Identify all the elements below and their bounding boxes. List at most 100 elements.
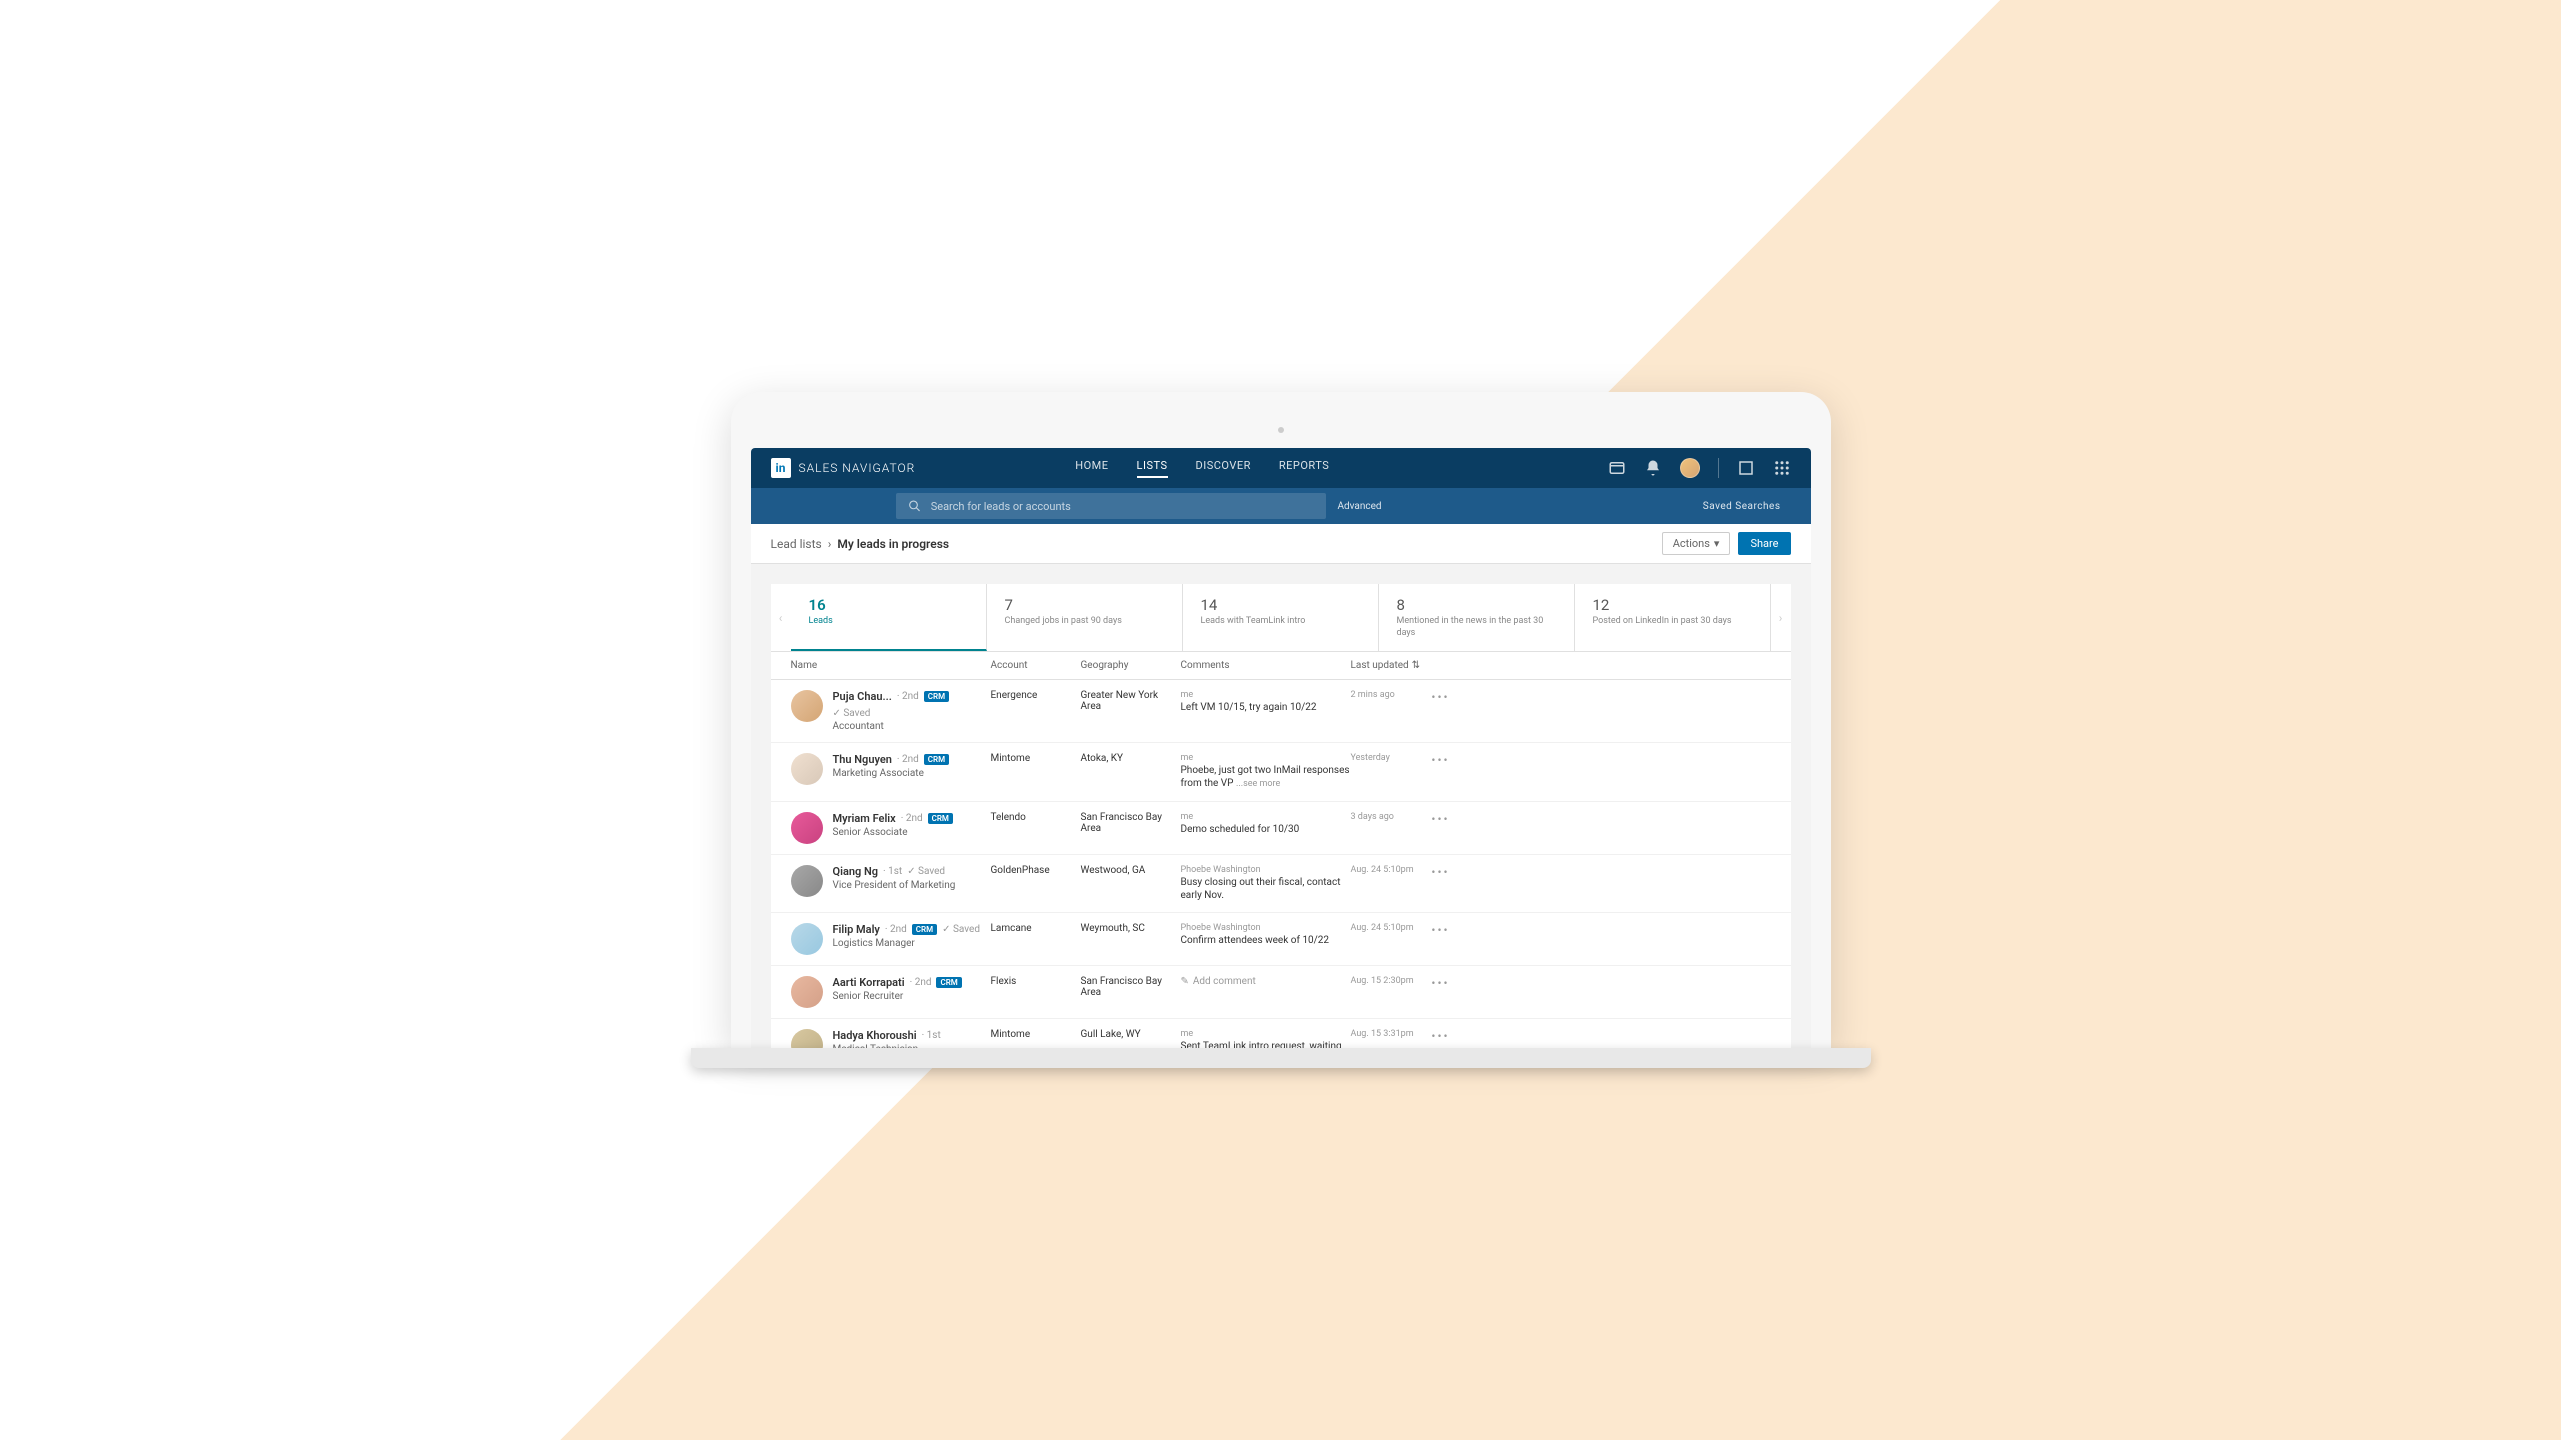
lead-row[interactable]: Myriam Felix · 2ndCRM Senior Associate T… bbox=[771, 802, 1791, 855]
lead-name[interactable]: Filip Maly bbox=[833, 923, 880, 936]
sort-icon: ⇅ bbox=[1412, 660, 1420, 671]
lead-name[interactable]: Myriam Felix bbox=[833, 812, 896, 825]
divider bbox=[1718, 458, 1719, 478]
lead-avatar[interactable] bbox=[791, 812, 823, 844]
lead-avatar[interactable] bbox=[791, 923, 823, 955]
nav-home[interactable]: HOME bbox=[1075, 459, 1108, 478]
tab-label: Leads with TeamLink intro bbox=[1201, 616, 1360, 628]
lead-avatar[interactable] bbox=[791, 976, 823, 1008]
row-more-menu[interactable]: ••• bbox=[1426, 690, 1456, 704]
lead-avatar[interactable] bbox=[791, 690, 823, 722]
updated-cell: Aug. 15 2:30pm bbox=[1351, 976, 1426, 986]
updated-cell: 3 days ago bbox=[1351, 812, 1426, 822]
saved-badge: ✓ Saved bbox=[942, 924, 980, 935]
comment-cell: meSent TeamLink intro request, waiting t… bbox=[1181, 1029, 1351, 1048]
filter-tab-1[interactable]: 7Changed jobs in past 90 days bbox=[987, 584, 1183, 651]
lead-title: Vice President of Marketing bbox=[833, 880, 956, 891]
crm-badge: CRM bbox=[912, 924, 937, 935]
updated-cell: 2 mins ago bbox=[1351, 690, 1426, 700]
screen: in SALES NAVIGATOR HOMELISTSDISCOVERREPO… bbox=[751, 448, 1811, 1048]
work-icon[interactable] bbox=[1737, 459, 1755, 477]
col-last-updated[interactable]: Last updated ⇅ bbox=[1351, 660, 1426, 671]
apps-grid-icon[interactable] bbox=[1773, 459, 1791, 477]
connection-degree: · 1st bbox=[922, 1030, 941, 1041]
comment-author: me bbox=[1181, 1029, 1351, 1039]
laptop-frame: in SALES NAVIGATOR HOMELISTSDISCOVERREPO… bbox=[731, 392, 1831, 1048]
filter-tab-2[interactable]: 14Leads with TeamLink intro bbox=[1183, 584, 1379, 651]
add-comment-button[interactable]: ✎ Add comment bbox=[1181, 976, 1351, 987]
tab-count: 16 bbox=[809, 596, 968, 614]
lead-avatar[interactable] bbox=[791, 1029, 823, 1048]
lead-title: Medical Technician bbox=[833, 1044, 941, 1048]
row-more-menu[interactable]: ••• bbox=[1426, 812, 1456, 826]
camera-dot bbox=[1278, 427, 1284, 433]
breadcrumb-current: My leads in progress bbox=[837, 537, 949, 551]
search-field-wrapper[interactable] bbox=[896, 493, 1326, 519]
lead-row[interactable]: Qiang Ng · 1st✓ Saved Vice President of … bbox=[771, 855, 1791, 913]
product-name: SALES NAVIGATOR bbox=[799, 461, 916, 475]
filter-tab-3[interactable]: 8Mentioned in the news in the past 30 da… bbox=[1379, 584, 1575, 651]
comment-text: Sent TeamLink intro request, waiting to … bbox=[1181, 1040, 1351, 1048]
account-cell: Flexis bbox=[991, 976, 1081, 987]
tab-label: Changed jobs in past 90 days bbox=[1005, 616, 1164, 628]
crm-badge: CRM bbox=[924, 754, 949, 765]
actions-dropdown[interactable]: Actions ▾ bbox=[1662, 532, 1731, 555]
lead-name[interactable]: Thu Nguyen bbox=[833, 753, 892, 766]
lead-avatar[interactable] bbox=[791, 753, 823, 785]
lead-title: Marketing Associate bbox=[833, 768, 950, 779]
see-more-link[interactable]: ...see more bbox=[1236, 779, 1280, 789]
lead-title: Accountant bbox=[833, 721, 991, 732]
lead-row[interactable]: Thu Nguyen · 2ndCRM Marketing Associate … bbox=[771, 743, 1791, 802]
lead-avatar[interactable] bbox=[791, 865, 823, 897]
lead-name[interactable]: Puja Chau... bbox=[833, 690, 892, 703]
breadcrumb-parent[interactable]: Lead lists bbox=[771, 537, 822, 551]
lead-row[interactable]: Hadya Khoroushi · 1st Medical Technician… bbox=[771, 1019, 1791, 1048]
crm-badge: CRM bbox=[936, 977, 961, 988]
tabs-prev-arrow[interactable]: ‹ bbox=[771, 584, 791, 651]
col-account: Account bbox=[991, 660, 1081, 671]
row-more-menu[interactable]: ••• bbox=[1426, 865, 1456, 879]
connection-degree: · 2nd bbox=[885, 924, 907, 935]
crm-badge: CRM bbox=[924, 691, 949, 702]
updated-cell: Aug. 24 5:10pm bbox=[1351, 865, 1426, 875]
nav-reports[interactable]: REPORTS bbox=[1279, 459, 1329, 478]
comment-author: me bbox=[1181, 812, 1351, 822]
breadcrumb: Lead lists › My leads in progress bbox=[771, 537, 950, 551]
connection-degree: · 1st bbox=[883, 866, 902, 877]
filter-tab-0[interactable]: 16 Leads bbox=[791, 584, 987, 651]
connection-degree: · 2nd bbox=[901, 813, 923, 824]
lead-name[interactable]: Hadya Khoroushi bbox=[833, 1029, 917, 1042]
comment-text: Busy closing out their fiscal, contact e… bbox=[1181, 876, 1351, 902]
tab-label: Posted on LinkedIn in past 30 days bbox=[1593, 616, 1752, 628]
row-more-menu[interactable]: ••• bbox=[1426, 923, 1456, 937]
tab-label: Leads bbox=[809, 616, 968, 628]
row-more-menu[interactable]: ••• bbox=[1426, 1029, 1456, 1043]
topbar-right bbox=[1608, 458, 1791, 478]
lead-row[interactable]: Aarti Korrapati · 2ndCRM Senior Recruite… bbox=[771, 966, 1791, 1019]
comment-author: me bbox=[1181, 753, 1351, 763]
comment-author: Phoebe Washington bbox=[1181, 865, 1351, 875]
lead-name[interactable]: Qiang Ng bbox=[833, 865, 879, 878]
advanced-search-link[interactable]: Advanced bbox=[1338, 501, 1382, 512]
share-button[interactable]: Share bbox=[1738, 532, 1790, 555]
notifications-icon[interactable] bbox=[1644, 459, 1662, 477]
row-more-menu[interactable]: ••• bbox=[1426, 976, 1456, 990]
account-cell: Energence bbox=[991, 690, 1081, 701]
saved-searches-link[interactable]: Saved Searches bbox=[1703, 501, 1781, 512]
lead-row[interactable]: Puja Chau... · 2ndCRM✓ Saved Accountant … bbox=[771, 680, 1791, 743]
lead-title: Senior Recruiter bbox=[833, 991, 962, 1002]
search-icon bbox=[908, 499, 921, 513]
search-input[interactable] bbox=[931, 500, 1314, 513]
nav-lists[interactable]: LISTS bbox=[1137, 459, 1168, 478]
tabs-next-arrow[interactable]: › bbox=[1771, 584, 1791, 651]
comment-cell: Phoebe WashingtonBusy closing out their … bbox=[1181, 865, 1351, 902]
lead-row[interactable]: Filip Maly · 2ndCRM✓ Saved Logistics Man… bbox=[771, 913, 1791, 966]
filter-tab-4[interactable]: 12Posted on LinkedIn in past 30 days bbox=[1575, 584, 1771, 651]
messages-icon[interactable] bbox=[1608, 459, 1626, 477]
user-avatar[interactable] bbox=[1680, 458, 1700, 478]
tab-label: Mentioned in the news in the past 30 day… bbox=[1397, 616, 1556, 639]
table-header: Name Account Geography Comments Last upd… bbox=[771, 652, 1791, 680]
lead-name[interactable]: Aarti Korrapati bbox=[833, 976, 905, 989]
nav-discover[interactable]: DISCOVER bbox=[1196, 459, 1251, 478]
row-more-menu[interactable]: ••• bbox=[1426, 753, 1456, 767]
